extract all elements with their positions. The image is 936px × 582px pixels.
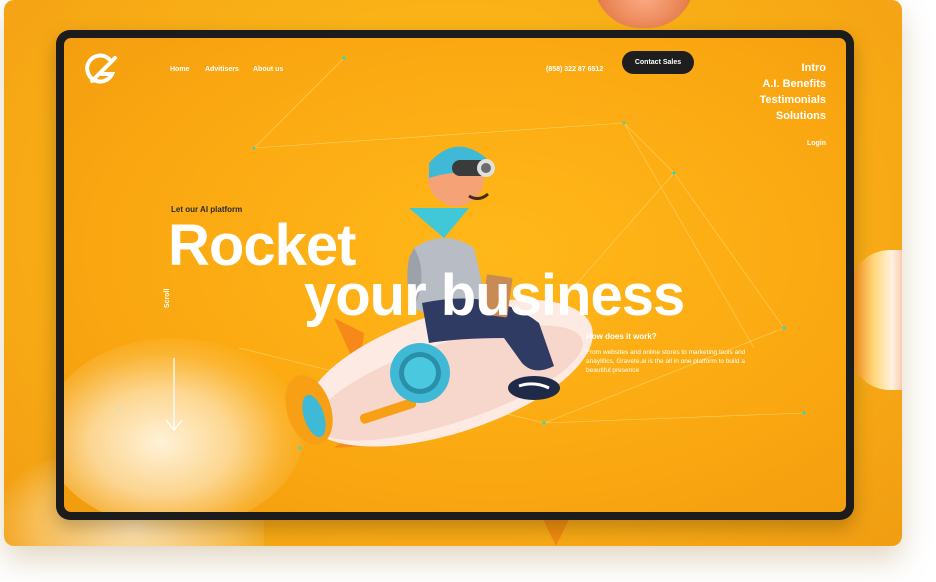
section-menu: Intro A.I. Benefits Testimonials Solutio… bbox=[760, 60, 826, 124]
section-testimonials[interactable]: Testimonials bbox=[760, 92, 826, 108]
brand-logo-icon[interactable] bbox=[82, 52, 122, 88]
background-rocket bbox=[850, 250, 902, 390]
contact-sales-button[interactable]: Contact Sales bbox=[622, 51, 694, 74]
scroll-label[interactable]: Scroll bbox=[164, 289, 171, 308]
hero-headline-line2: your business bbox=[304, 263, 685, 328]
how-it-works-title: How does it work? bbox=[586, 332, 657, 341]
nav-advitisers[interactable]: Advitisers bbox=[205, 66, 239, 73]
how-it-works-text: From websites and online stores to marke… bbox=[586, 349, 746, 374]
nav-home[interactable]: Home bbox=[170, 66, 189, 73]
scroll-down-arrow-icon[interactable] bbox=[164, 356, 184, 434]
phone-number: (858) 322 87 6512 bbox=[546, 66, 604, 73]
login-link[interactable]: Login bbox=[807, 140, 826, 147]
section-ai-benefits[interactable]: A.I. Benefits bbox=[760, 76, 826, 92]
nav-about-us[interactable]: About us bbox=[253, 66, 283, 73]
section-solutions[interactable]: Solutions bbox=[760, 108, 826, 124]
device-frame: Home Advitisers About us (858) 322 87 65… bbox=[56, 30, 854, 520]
website-screen: Home Advitisers About us (858) 322 87 65… bbox=[64, 38, 846, 512]
section-intro[interactable]: Intro bbox=[760, 60, 826, 76]
background-character-head bbox=[594, 0, 694, 28]
